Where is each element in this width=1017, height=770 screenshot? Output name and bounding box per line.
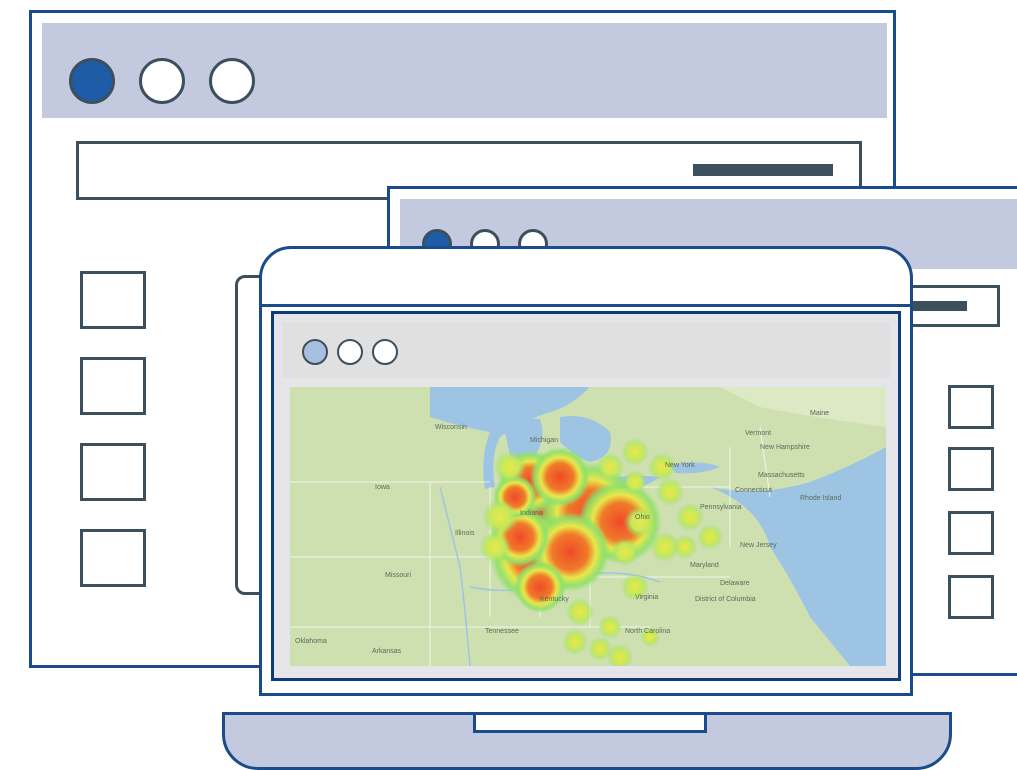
- placeholder-square-icon: [80, 357, 146, 415]
- map-label: Massachusetts: [758, 472, 805, 479]
- window-control-circle-icon: [337, 339, 363, 365]
- map-label: Connecticut: [735, 487, 772, 494]
- map-label: New Jersey: [740, 542, 777, 549]
- map-label: Maine: [810, 410, 829, 417]
- map-label: Tennessee: [485, 628, 519, 635]
- title-bar: [282, 322, 890, 378]
- map-label: Oklahoma: [295, 638, 327, 645]
- lid-divider: [262, 304, 910, 307]
- heatmap-map: Wisconsin Michigan Iowa Illinois Missour…: [290, 387, 886, 666]
- placeholder-square-icon: [948, 511, 994, 555]
- map-label: Wisconsin: [435, 424, 467, 431]
- title-bar: [42, 23, 887, 118]
- map-label: Missouri: [385, 572, 412, 579]
- window-control-circle-icon: [139, 58, 185, 104]
- placeholder-square-icon: [80, 529, 146, 587]
- placeholder-square-icon: [80, 271, 146, 329]
- map-label: Illinois: [455, 530, 475, 537]
- trackpad-notch: [473, 715, 707, 733]
- map-label: Maryland: [690, 562, 719, 569]
- map-label: District of Columbia: [695, 596, 756, 603]
- placeholder-square-icon: [80, 443, 146, 501]
- window-control-circle-icon: [69, 58, 115, 104]
- map-label: Rhode Island: [800, 495, 841, 502]
- map-label: Virginia: [635, 594, 658, 601]
- map-label: Indiana: [520, 510, 543, 517]
- laptop-base: [222, 712, 952, 770]
- map-label: Kentucky: [540, 596, 569, 603]
- window-control-circle-icon: [302, 339, 328, 365]
- map-label: Delaware: [720, 580, 750, 587]
- placeholder-square-icon: [948, 385, 994, 429]
- map-label: Michigan: [530, 437, 558, 444]
- map-label: New York: [665, 462, 695, 469]
- map-label: Iowa: [375, 484, 390, 491]
- map-label: Vermont: [745, 430, 771, 437]
- window-control-circle-icon: [209, 58, 255, 104]
- map-label: Ohio: [635, 514, 650, 521]
- laptop-screen-window: Wisconsin Michigan Iowa Illinois Missour…: [271, 311, 901, 681]
- window-control-circle-icon: [372, 339, 398, 365]
- address-bar-line: [693, 164, 833, 176]
- map-label: Arkansas: [372, 648, 402, 655]
- placeholder-square-icon: [948, 575, 994, 619]
- map-label: New Hampshire: [760, 444, 810, 451]
- map-label: North Carolina: [625, 628, 670, 635]
- placeholder-square-icon: [948, 447, 994, 491]
- map-label: Pennsylvania: [700, 504, 742, 511]
